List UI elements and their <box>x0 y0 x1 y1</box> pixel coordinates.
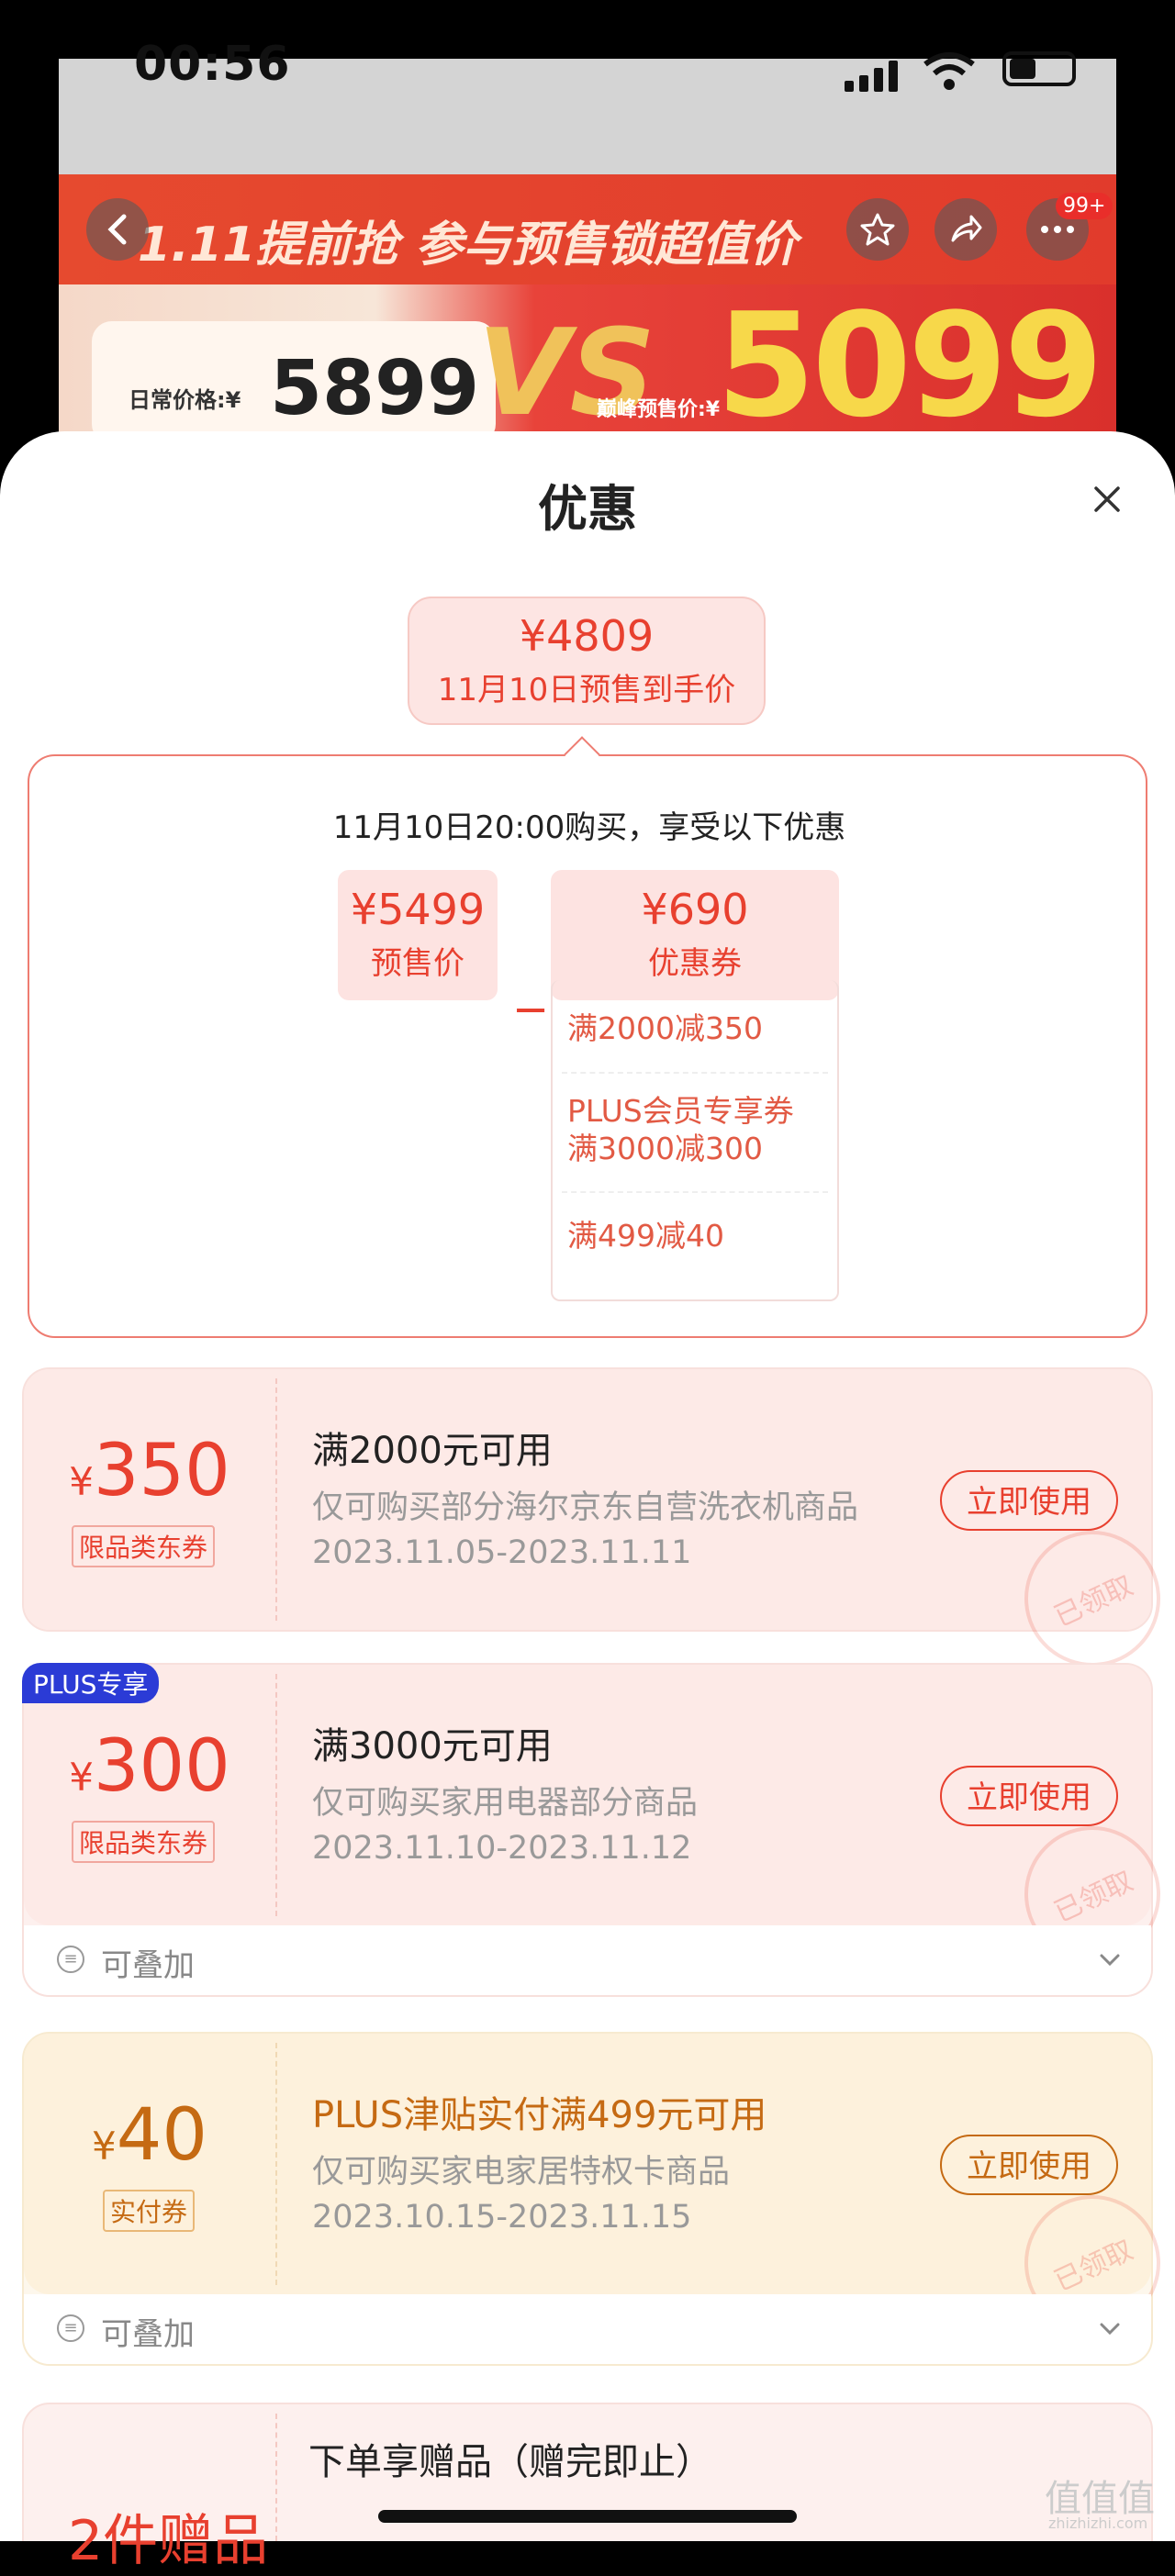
coupon-title: PLUS津贴实付满499元可用 <box>312 2094 767 2136</box>
minus-operator: − <box>512 984 550 1035</box>
cellular-signal-icon <box>845 59 907 92</box>
coupon-card: ¥350 限品类东券 满2000元可用 仅可购买部分海尔京东自营洗衣机商品 20… <box>22 1367 1175 1689</box>
banner-headline: 1.11提前抢 参与预售锁超值价 <box>138 217 798 273</box>
coupon-breakdown-item: 满2000减350 <box>567 1010 763 1046</box>
chevron-down-icon <box>1100 2323 1120 2336</box>
final-price: ¥4809 <box>519 611 655 661</box>
coupon-card: ¥40 实付券 PLUS津贴实付满499元可用 仅可购买家电家居特权卡商品 20… <box>22 2032 1175 2366</box>
coupon-breakdown-list: 满2000减350 PLUS会员专享券 满3000减300 满499减40 <box>551 980 839 1301</box>
stackable-label: 可叠加 <box>101 2316 195 2353</box>
discount-sheet: 优惠 ¥4809 11月10日预售到手价 11月10日20:00购买，享受以下优… <box>0 431 1175 2541</box>
wifi-icon <box>923 52 975 90</box>
share-icon <box>951 215 982 242</box>
coupon-amount: ¥300 <box>69 1725 230 1808</box>
cart-count-badge: 99+ <box>1056 193 1113 219</box>
coupon-type-tag: 实付券 <box>103 2190 196 2232</box>
use-now-button[interactable]: 立即使用 <box>940 2135 1118 2195</box>
coupon-amount: ¥40 <box>92 2094 207 2177</box>
coupon-validity: 2023.11.10-2023.11.12 <box>312 1830 692 1867</box>
coupon-title: 满3000元可用 <box>312 1725 553 1768</box>
coupon-description: 仅可购买家用电器部分商品 <box>312 1785 699 1822</box>
back-button[interactable] <box>86 198 149 261</box>
coupon-breakdown-item: 满499减40 <box>567 1218 724 1254</box>
coupon-validity: 2023.10.15-2023.11.15 <box>312 2199 692 2236</box>
coupon-type-tag: 限品类东券 <box>72 1525 216 1567</box>
stack-icon: ≡ <box>57 1946 84 1973</box>
breakdown-heading: 11月10日20:00购买，享受以下优惠 <box>332 809 846 846</box>
price-breakdown: 11月10日20:00购买，享受以下优惠 ¥5499 预售价 − ¥690 优惠… <box>28 754 1147 1338</box>
claimed-stamp: 已领取 <box>1002 1508 1175 1689</box>
presale-price-label: 预售价 <box>371 945 464 982</box>
favorite-button[interactable] <box>846 198 909 261</box>
stackable-label: 可叠加 <box>101 1947 195 1984</box>
share-button[interactable] <box>934 198 997 261</box>
gift-count: 2件赠品 <box>68 2509 269 2573</box>
coupon-breakdown-item: PLUS会员专享券 满3000减300 <box>567 1093 794 1167</box>
coupon-card: ¥300 限品类东券 满3000元可用 仅可购买家用电器部分商品 2023.11… <box>22 1663 1175 1997</box>
chevron-down-icon <box>1100 1954 1120 1967</box>
battery-icon <box>1002 51 1076 86</box>
stackable-row[interactable]: ≡ 可叠加 <box>24 1925 1151 1995</box>
presale-price: ¥5499 <box>350 885 486 934</box>
coupon-validity: 2023.11.05-2023.11.11 <box>312 1534 692 1571</box>
peak-price: 5099 <box>716 282 1103 449</box>
final-price-label: 11月10日预售到手价 <box>437 672 736 708</box>
coupon-title: 满2000元可用 <box>312 1430 553 1472</box>
plus-exclusive-badge: PLUS专享 <box>22 1663 160 1703</box>
chevron-left-icon <box>107 214 127 245</box>
coupon-total: ¥690 <box>641 885 749 934</box>
home-indicator <box>378 2510 797 2523</box>
stackable-row[interactable]: ≡ 可叠加 <box>24 2294 1151 2364</box>
daily-price: 5899 <box>270 345 480 432</box>
coupon-type-tag: 限品类东券 <box>72 1821 216 1863</box>
coupon-description: 仅可购买家电家居特权卡商品 <box>312 2154 731 2191</box>
coupon-total-label: 优惠券 <box>648 945 742 982</box>
use-now-button[interactable]: 立即使用 <box>940 1470 1118 1531</box>
coupon-description: 仅可购买部分海尔京东自营洗衣机商品 <box>312 1489 859 1526</box>
presale-price-card: ¥5499 预售价 <box>338 870 498 1000</box>
gift-title: 下单享赠品（赠完即止） <box>308 2441 712 2483</box>
star-icon <box>860 213 895 246</box>
more-icon <box>1041 226 1074 233</box>
status-time: 00:56 <box>134 37 291 92</box>
coupon-amount: ¥350 <box>69 1430 230 1512</box>
peak-price-label: 巅峰预售价:¥ <box>597 398 721 421</box>
daily-price-label: 日常价格:¥ <box>129 387 241 413</box>
stack-icon: ≡ <box>57 2314 84 2342</box>
final-price-pill: ¥4809 11月10日预售到手价 <box>408 597 766 725</box>
watermark-url: zhizhizhi.com <box>1048 2515 1148 2532</box>
sheet-title: 优惠 <box>538 480 637 538</box>
use-now-button[interactable]: 立即使用 <box>940 1766 1118 1826</box>
close-icon[interactable] <box>1083 475 1131 523</box>
